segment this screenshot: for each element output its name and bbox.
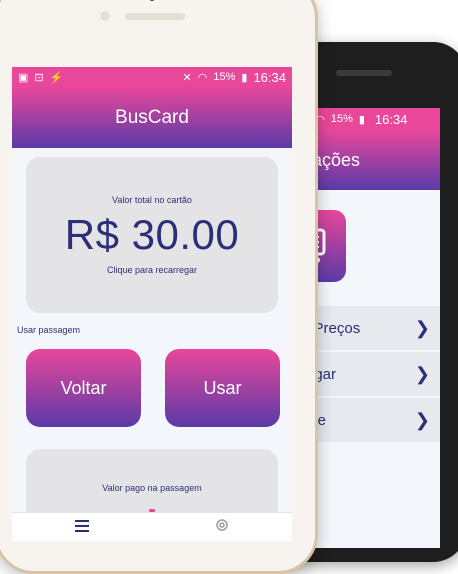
menu-icon (75, 519, 89, 537)
balance-amount: R$ 30.00 (64, 211, 240, 258)
back-battery-text: 15% (330, 113, 353, 125)
bottom-nav (12, 512, 292, 541)
battery-icon: ▮ (358, 113, 365, 126)
app-header: BusCard (12, 87, 292, 148)
battery-text: 15% (213, 71, 236, 83)
front-sensor (100, 11, 110, 21)
status-bar: ▣ ⊡ ⚡ ✕ ◠ 15% ▮ 16:34 (12, 67, 292, 87)
front-speaker (125, 13, 185, 20)
paid-label: Valor pago na passagem (102, 483, 202, 493)
use-button[interactable]: Usar (165, 349, 280, 427)
back-phone-speaker (336, 70, 392, 76)
notification-icon: ⊡ (34, 71, 44, 84)
chevron-right-icon: ❯ (414, 317, 430, 338)
front-camera (149, 0, 155, 1)
gear-icon (214, 517, 230, 538)
image-icon: ▣ (18, 71, 29, 84)
back-status-time: 16:34 (374, 111, 408, 127)
chevron-right-icon: ❯ (414, 409, 430, 430)
messenger-icon: ⚡ (49, 71, 64, 84)
back-button[interactable]: Voltar (26, 349, 141, 427)
app-title: BusCard (115, 106, 189, 128)
chevron-right-icon: ❯ (414, 363, 430, 384)
nav-settings[interactable] (202, 516, 242, 540)
status-time: 16:34 (253, 69, 286, 85)
wifi-icon: ◠ (197, 71, 208, 84)
recharge-hint: Clique para recarregar (106, 265, 198, 275)
section-label: Usar passagem (17, 325, 81, 335)
balance-card[interactable]: Valor total no cartão R$ 30.00 Clique pa… (26, 157, 278, 313)
front-phone-screen: ▣ ⊡ ⚡ ✕ ◠ 15% ▮ 16:34 BusCard Valor tota… (12, 67, 292, 541)
mute-icon: ✕ (182, 71, 192, 84)
battery-icon: ▮ (241, 71, 248, 84)
balance-label: Valor total no cartão (112, 195, 192, 205)
nav-menu[interactable] (62, 516, 102, 540)
